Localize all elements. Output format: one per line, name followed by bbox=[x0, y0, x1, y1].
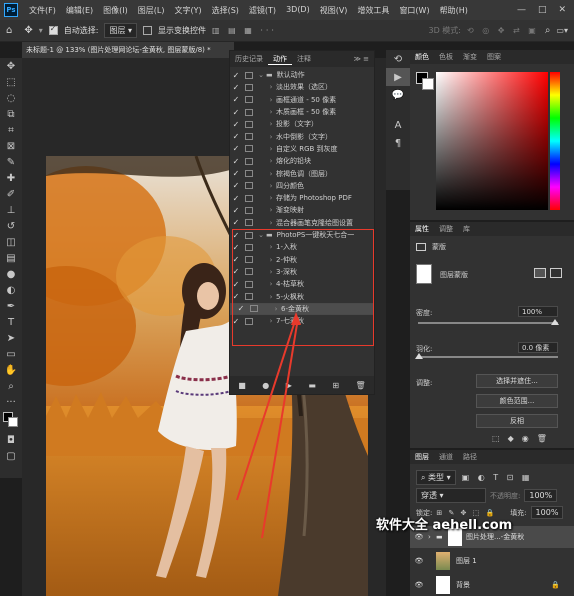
comments-icon[interactable]: 💬 bbox=[386, 86, 410, 104]
layer-name: 图片处理...-金黄秋 bbox=[466, 533, 525, 541]
foreground-background-swatch[interactable] bbox=[416, 72, 436, 92]
lock-icon: 🔒 bbox=[551, 581, 560, 589]
layer-name: 图层 1 bbox=[456, 557, 477, 565]
group-folder-icon: ▬ bbox=[436, 533, 443, 541]
layer-filter-row: ⌕ 类型 ▾ ▣ ◐ T ⊡ ▦ bbox=[416, 470, 532, 485]
tab-adjustments[interactable]: 调整 bbox=[434, 224, 458, 234]
mask-icon bbox=[416, 243, 426, 251]
apply-mask-icon[interactable]: ◆ bbox=[508, 434, 514, 443]
properties-panel-tabs: 属性 调整 库 bbox=[410, 222, 574, 236]
mask-thumbnail bbox=[416, 264, 432, 284]
tab-paths[interactable]: 路径 bbox=[458, 452, 482, 462]
load-selection-icon[interactable]: ⬚ bbox=[492, 434, 500, 443]
tab-libraries[interactable]: 库 bbox=[458, 224, 475, 234]
select-and-mask-button[interactable]: 选择并遮住... bbox=[476, 374, 558, 388]
select-pixel-mask-icon[interactable] bbox=[534, 268, 546, 278]
add-vector-mask-icon[interactable] bbox=[550, 268, 562, 278]
blend-mode-dropdown[interactable]: 穿透 ▾ bbox=[416, 488, 486, 503]
color-panel: 颜色 色板 渐变 图案 bbox=[410, 50, 574, 220]
layers-panel-tabs: 图层 通道 路径 bbox=[410, 450, 574, 464]
collapsed-panels-column: ⟲ ▶ 💬 A ¶ bbox=[386, 50, 410, 190]
tab-color[interactable]: 颜色 bbox=[410, 52, 434, 62]
kind-filter-dropdown[interactable]: ⌕ 类型 ▾ bbox=[416, 470, 456, 485]
actions-icon[interactable]: ▶ bbox=[386, 68, 410, 86]
density-field[interactable]: 100% bbox=[518, 306, 558, 317]
character-icon[interactable]: A bbox=[386, 116, 410, 134]
tab-layers[interactable]: 图层 bbox=[410, 452, 434, 462]
tab-swatches[interactable]: 色板 bbox=[434, 52, 458, 62]
tab-properties[interactable]: 属性 bbox=[410, 224, 434, 234]
layer-row-background[interactable]: 👁 背景 🔒 bbox=[410, 574, 574, 596]
chevron-right-icon[interactable]: › bbox=[428, 533, 436, 541]
refine-label: 调整: bbox=[416, 379, 433, 387]
properties-panel: 属性 调整 库 蒙版 图层蒙版 密度: 100% 羽化: 0.0 像素 调整: … bbox=[410, 222, 574, 448]
feather-slider-thumb[interactable] bbox=[415, 353, 423, 359]
tab-channels[interactable]: 通道 bbox=[434, 452, 458, 462]
color-field[interactable] bbox=[436, 72, 548, 210]
properties-footer-icons: ⬚ ◆ ◉ 🗑 bbox=[492, 434, 547, 443]
paragraph-icon[interactable]: ¶ bbox=[386, 134, 410, 152]
hue-slider[interactable] bbox=[550, 72, 560, 210]
opacity-field[interactable]: 100% bbox=[524, 489, 558, 502]
feather-slider[interactable] bbox=[418, 356, 558, 358]
color-range-button[interactable]: 颜色范围... bbox=[476, 394, 558, 408]
history-icon[interactable]: ⟲ bbox=[386, 50, 410, 68]
density-slider-thumb[interactable] bbox=[551, 319, 559, 325]
invert-button[interactable]: 反相 bbox=[476, 414, 558, 428]
eye-icon[interactable]: 👁 bbox=[410, 581, 428, 589]
filter-icons[interactable]: ▣ ◐ T ⊡ ▦ bbox=[462, 473, 533, 482]
tab-gradients[interactable]: 渐变 bbox=[458, 52, 482, 62]
visibility-icon[interactable]: ◉ bbox=[522, 434, 529, 443]
watermark: 软件大全 aehell.com bbox=[376, 518, 513, 533]
mask-section-title: 蒙版 bbox=[432, 243, 446, 251]
blend-row: 穿透 ▾ 不透明度: 100% bbox=[416, 488, 558, 503]
density-label: 密度: bbox=[416, 309, 433, 317]
eye-icon[interactable]: 👁 bbox=[410, 557, 428, 565]
density-slider[interactable] bbox=[418, 322, 558, 324]
layer-thumbnail bbox=[436, 576, 450, 594]
opacity-label: 不透明度: bbox=[490, 491, 521, 500]
color-panel-tabs: 颜色 色板 渐变 图案 bbox=[410, 50, 574, 64]
layer-name: 背景 bbox=[456, 581, 470, 589]
layer-row-photo[interactable]: 👁 图层 1 bbox=[410, 550, 574, 572]
tab-patterns[interactable]: 图案 bbox=[482, 52, 506, 62]
mask-section-header: 蒙版 bbox=[416, 242, 446, 252]
eye-icon[interactable]: 👁 bbox=[410, 533, 428, 541]
feather-field[interactable]: 0.0 像素 bbox=[518, 342, 558, 353]
fill-label: 填充: bbox=[510, 508, 527, 517]
fill-field[interactable]: 100% bbox=[530, 506, 564, 519]
layer-thumbnail bbox=[436, 552, 450, 570]
delete-mask-icon[interactable]: 🗑 bbox=[537, 434, 547, 443]
mask-type-label: 图层蒙版 bbox=[440, 271, 468, 279]
